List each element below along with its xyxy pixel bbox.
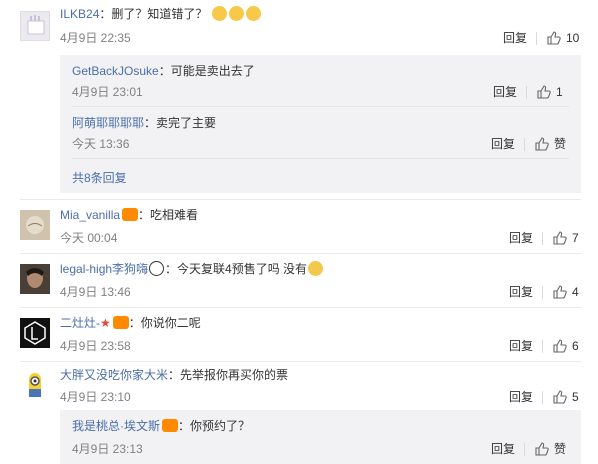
comment-text: ：今天复联4预售了吗 没有 (165, 262, 308, 276)
reply-button[interactable]: 回复 (493, 84, 517, 100)
reply-time: 4月9日 23:13 (72, 442, 143, 456)
like-button[interactable]: 1 (537, 84, 563, 100)
divider (542, 391, 543, 404)
like-count: 10 (566, 31, 580, 45)
comment-text: ：吃相难看 (138, 208, 199, 222)
thumbs-up-icon (553, 285, 567, 299)
comment-item: 大胖又没吃你家大米：先举报你再买你的票 4月9日 23:10 回复 5 我是桃总… (0, 362, 598, 464)
reply-thread: GetBackJOsuke：可能是卖出去了 4月9日 23:01 回复 1 阿萌… (60, 55, 581, 193)
like-button[interactable]: 4 (553, 284, 579, 300)
reply-button[interactable]: 回复 (509, 338, 533, 354)
like-count: 7 (572, 231, 579, 245)
comment-username[interactable]: ILKB24 (60, 7, 99, 21)
like-button[interactable]: 赞 (535, 136, 566, 152)
divider (72, 158, 569, 159)
comment-time: 4月9日 13:46 (60, 285, 131, 299)
reply-username[interactable]: GetBackJOsuke (72, 64, 159, 78)
divider (536, 32, 537, 45)
reply-text: ：你预约了？ (178, 419, 251, 433)
reply-time: 今天 13:36 (72, 137, 130, 151)
reply-username[interactable]: 阿萌耶耶耶耶 (72, 116, 144, 130)
thumbs-up-icon (553, 390, 567, 404)
reply-button[interactable]: 回复 (491, 136, 515, 152)
crying-emoji-icon (245, 6, 261, 21)
comment-username[interactable]: 二灶灶- (60, 316, 100, 330)
crying-emoji-icon (211, 6, 227, 21)
thumbs-up-icon (547, 31, 561, 45)
reply-time: 4月9日 23:01 (72, 85, 143, 99)
comment-time: 4月9日 22:35 (60, 31, 131, 45)
vip-badge-icon (112, 316, 129, 329)
comment-time: 4月9日 23:58 (60, 339, 131, 353)
panda-icon (149, 261, 165, 276)
reply-thread: 我是桃总·埃文斯 ：你预约了？ 4月9日 23:13 回复 赞 (60, 410, 581, 464)
like-count: 5 (572, 390, 579, 404)
like-count: 6 (572, 339, 579, 353)
comment-time: 今天 00:04 (60, 231, 118, 245)
divider (542, 286, 543, 299)
divider (526, 86, 527, 99)
thumbs-up-icon (553, 231, 567, 245)
like-count: 4 (572, 285, 579, 299)
comment-text: ：你说你二呢 (128, 316, 201, 330)
divider (542, 340, 543, 353)
doge-emoji-icon (308, 261, 324, 276)
like-button[interactable]: 5 (553, 389, 579, 405)
reply-button[interactable]: 回复 (503, 30, 527, 46)
divider (72, 106, 569, 107)
divider (524, 443, 525, 456)
thumbs-up-icon (535, 442, 549, 456)
comment-time: 4月9日 23:10 (60, 390, 131, 404)
reply-button[interactable]: 回复 (509, 389, 533, 405)
comment-username[interactable]: Mia_vanilla (60, 208, 120, 222)
crying-emoji-icon (228, 6, 244, 21)
thumbs-up-icon (553, 339, 567, 353)
vip-badge-icon (122, 208, 139, 221)
reply-button[interactable]: 回复 (509, 230, 533, 246)
comment-item: 二灶灶-★ ：你说你二呢 4月9日 23:58 回复 6 (0, 308, 598, 362)
reply-button[interactable]: 回复 (491, 441, 515, 457)
comment-username[interactable]: 大胖又没吃你家大米 (60, 368, 168, 382)
avatar[interactable] (20, 11, 50, 41)
like-count: 1 (556, 85, 563, 99)
avatar[interactable] (20, 370, 50, 400)
divider (542, 232, 543, 245)
comment-text: ：先举报你再买你的票 (168, 368, 289, 382)
like-count: 赞 (554, 442, 567, 456)
vip-badge-icon (162, 419, 178, 432)
avatar[interactable] (20, 210, 50, 240)
comment-item: ILKB24：删了？知道错了？ 4月9日 22:35 回复 10 GetBack… (0, 0, 598, 200)
avatar[interactable] (20, 318, 50, 348)
comment-text: ：删了？知道错了？ (99, 7, 208, 21)
like-count: 赞 (554, 137, 567, 151)
like-button[interactable]: 7 (553, 230, 579, 246)
more-replies-link[interactable]: 共8条回复 (72, 170, 127, 186)
thumbs-up-icon (535, 137, 549, 151)
reply-username[interactable]: 我是桃总·埃文斯 (72, 419, 160, 433)
like-button[interactable]: 10 (547, 30, 579, 46)
reply-button[interactable]: 回复 (509, 284, 533, 300)
comment-username[interactable]: legal-high李狗嗨 (60, 262, 148, 276)
divider (524, 138, 525, 151)
comment-item: Mia_vanilla ：吃相难看 今天 00:04 回复 7 (0, 200, 598, 254)
star-icon: ★ (100, 316, 111, 330)
thumbs-up-icon (537, 85, 551, 99)
like-button[interactable]: 赞 (535, 441, 566, 457)
reply-text: ：卖完了主要 (144, 116, 217, 130)
avatar[interactable] (20, 264, 50, 294)
like-button[interactable]: 6 (553, 338, 579, 354)
reply-text: ：可能是卖出去了 (158, 64, 255, 78)
comment-item: legal-high李狗嗨 ：今天复联4预售了吗 没有 4月9日 13:46 回复… (0, 254, 598, 308)
